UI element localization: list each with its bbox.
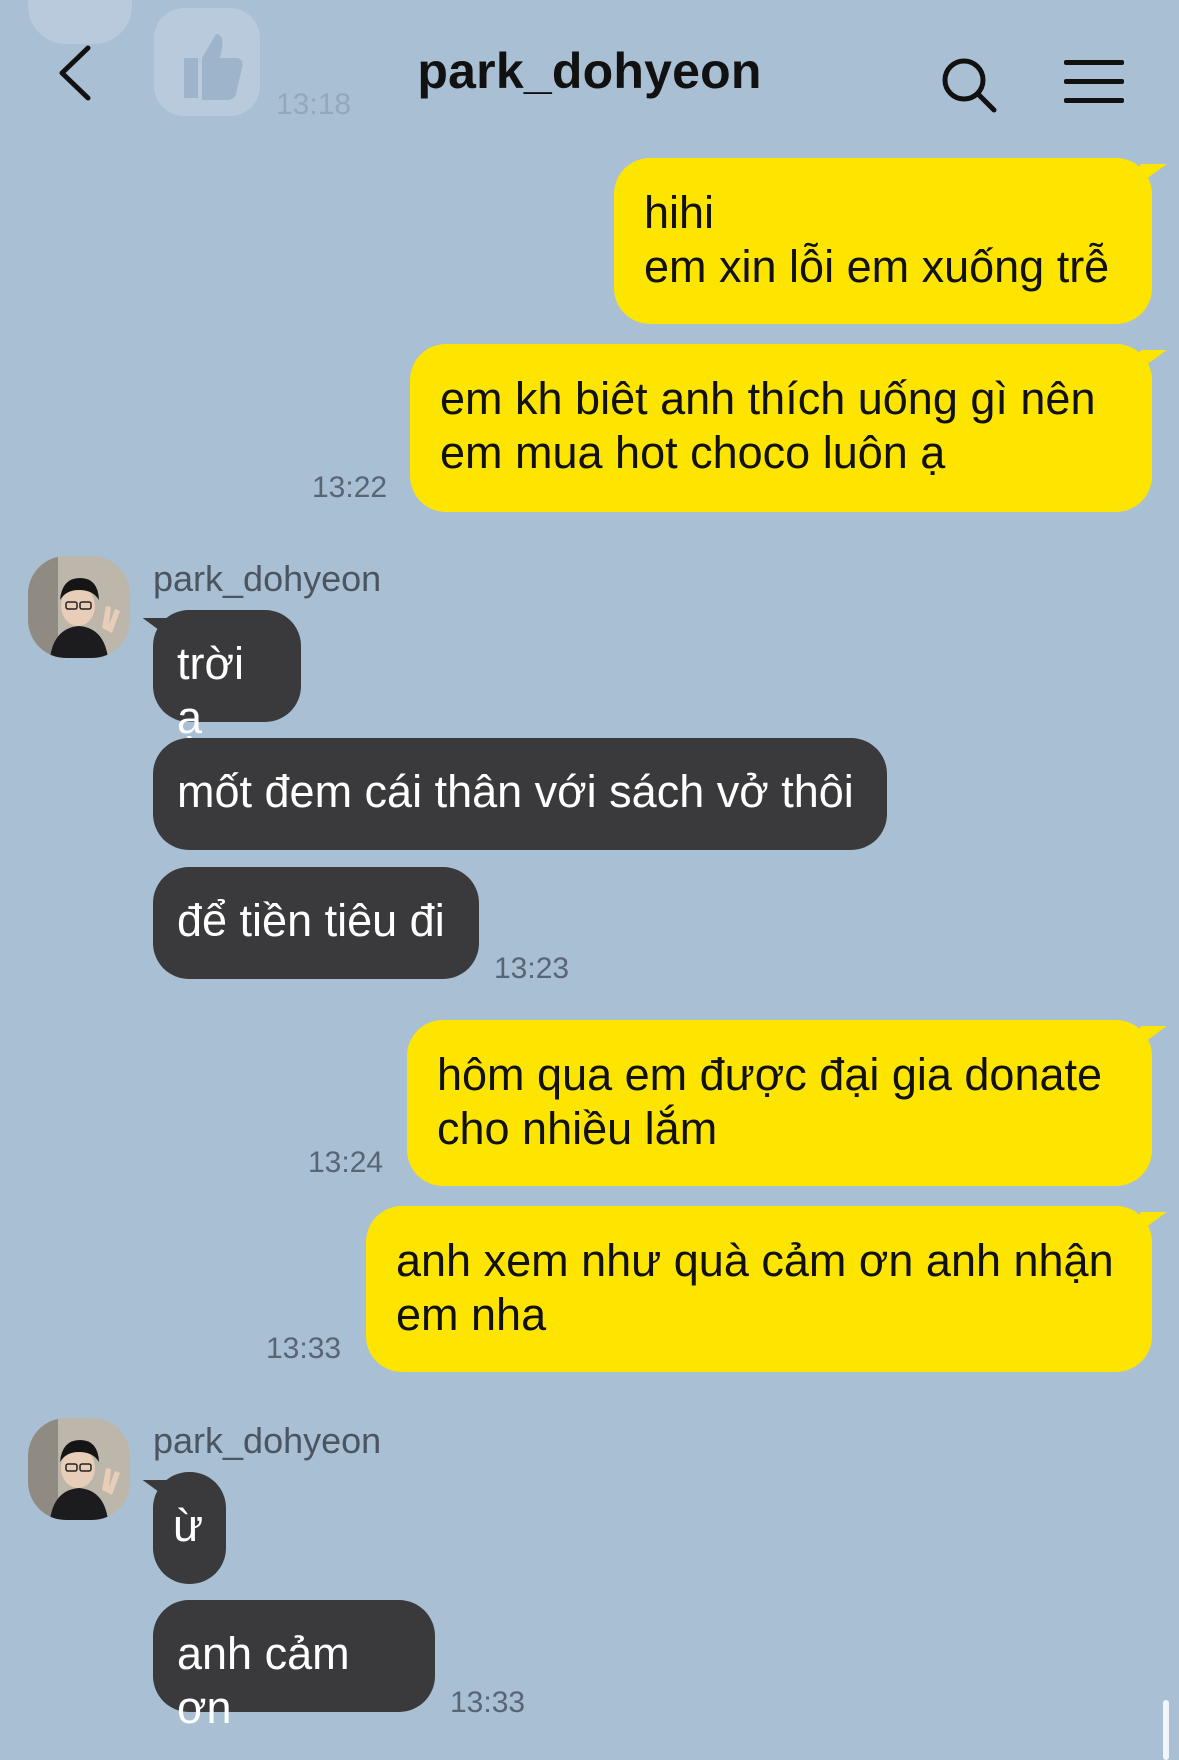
- my-message-bubble[interactable]: em kh biêt anh thích uống gì nên em mua …: [410, 344, 1152, 512]
- message-text: anh cảm ơn: [177, 1628, 350, 1733]
- hamburger-menu-icon-line: [1064, 98, 1124, 103]
- hamburger-menu-icon: [1064, 60, 1124, 65]
- profile-photo-icon: [28, 1418, 130, 1520]
- hamburger-menu-icon-line: [1064, 79, 1124, 84]
- message-timestamp: 13:33: [266, 1332, 342, 1365]
- message-text-line: em xin lỗi em xuống trễ: [644, 241, 1110, 292]
- search-icon: [942, 58, 997, 113]
- their-message-bubble[interactable]: mốt đem cái thân với sách vở thôi: [153, 738, 887, 850]
- their-message-bubble[interactable]: trời ạ: [153, 610, 301, 743]
- avatar[interactable]: [28, 1418, 130, 1520]
- message-timestamp: 13:22: [312, 471, 388, 504]
- menu-button[interactable]: [1060, 56, 1130, 108]
- my-message-bubble[interactable]: anh xem như quà cảm ơn anh nhận em nha: [366, 1206, 1152, 1372]
- their-message-bubble[interactable]: ừ: [153, 1472, 226, 1584]
- their-message-bubble[interactable]: anh cảm ơn: [153, 1600, 435, 1733]
- search-button[interactable]: [936, 52, 1002, 118]
- chat-title: park_dohyeon: [417, 43, 762, 99]
- message-text-line: em nha: [396, 1289, 547, 1340]
- message-text-line: em kh biêt anh thích uống gì nên: [440, 373, 1096, 424]
- sender-name: park_dohyeon: [153, 558, 382, 599]
- their-message-bubble[interactable]: để tiền tiêu đi: [153, 867, 479, 979]
- message-text-line: anh xem như quà cảm ơn anh nhận: [396, 1235, 1114, 1286]
- my-message-bubble[interactable]: hihi em xin lỗi em xuống trễ: [614, 158, 1152, 324]
- message-timestamp: 13:23: [494, 952, 570, 985]
- message-text-line: cho nhiều lắm: [437, 1103, 718, 1154]
- message-timestamp: 13:33: [450, 1686, 526, 1719]
- sender-name: park_dohyeon: [153, 1420, 382, 1461]
- chat-header: park_dohyeon: [0, 0, 1179, 150]
- message-text: trời ạ: [177, 638, 244, 743]
- message-text: để tiền tiêu đi: [177, 895, 445, 946]
- avatar[interactable]: [28, 556, 130, 658]
- message-timestamp: 13:24: [308, 1146, 384, 1179]
- message-text-line: hôm qua em được đại gia donate: [437, 1049, 1103, 1100]
- message-text: ừ: [173, 1500, 204, 1551]
- profile-photo-icon: [28, 556, 130, 658]
- scrollbar[interactable]: [1163, 1700, 1169, 1760]
- my-message-bubble[interactable]: hôm qua em được đại gia donate cho nhiều…: [407, 1020, 1152, 1186]
- message-text-line: hihi: [644, 187, 715, 238]
- message-text-line: em mua hot choco luôn ạ: [440, 427, 946, 478]
- message-text: mốt đem cái thân với sách vở thôi: [177, 766, 854, 817]
